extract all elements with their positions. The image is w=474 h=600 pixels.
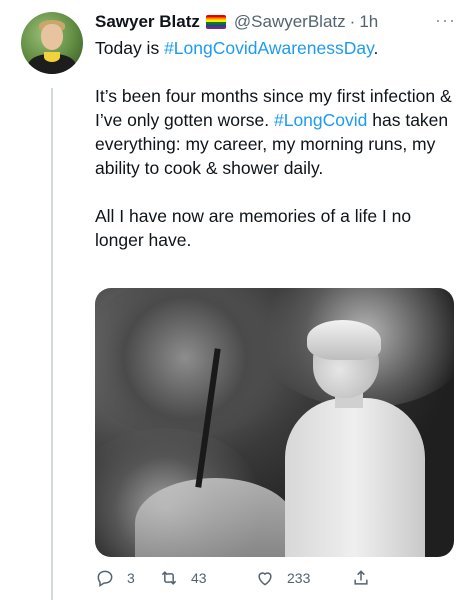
tweet-actions: 3 43 233 (95, 566, 395, 590)
reply-button[interactable]: 3 (95, 568, 159, 588)
more-options-icon[interactable]: ··· (435, 10, 456, 31)
retweet-count: 43 (191, 570, 207, 586)
tweet-text: Today is #LongCovidAwarenessDay. It’s be… (95, 36, 461, 252)
avatar[interactable] (21, 12, 83, 74)
hashtag-longcovidawarenessday[interactable]: #LongCovidAwarenessDay (164, 38, 373, 58)
timestamp[interactable]: 1h (359, 12, 378, 32)
tweet-header: Sawyer Blatz @SawyerBlatz · 1h (95, 10, 454, 34)
author-name[interactable]: Sawyer Blatz (95, 12, 200, 32)
reply-icon (97, 570, 113, 587)
reply-count: 3 (127, 570, 135, 586)
tweet-line-1: Today is #LongCovidAwarenessDay. (95, 36, 461, 60)
tweet-paragraph-2: It’s been four months since my first inf… (95, 84, 461, 180)
retweet-icon (161, 571, 177, 585)
author-handle[interactable]: @SawyerBlatz (234, 12, 346, 32)
separator-dot: · (349, 12, 356, 31)
photo-path (135, 478, 295, 557)
tweet-paragraph-3: All I have now are memories of a life I … (95, 206, 412, 250)
hashtag-longcovid[interactable]: #LongCovid (274, 110, 367, 130)
like-count: 233 (287, 570, 311, 586)
photo-person-shirt (285, 398, 425, 557)
share-icon (354, 570, 368, 585)
like-button[interactable]: 233 (255, 568, 351, 588)
rainbow-flag-icon (205, 15, 226, 29)
share-button[interactable] (351, 568, 371, 588)
photo-person-hair (307, 320, 381, 360)
tweet-photo[interactable] (95, 288, 454, 557)
avatar-collar (44, 52, 60, 62)
heart-icon (258, 572, 272, 586)
thread-line (51, 88, 53, 600)
text-segment: Today is (95, 38, 165, 58)
avatar-face (41, 24, 63, 50)
retweet-button[interactable]: 43 (159, 568, 255, 588)
text-segment: . (373, 38, 379, 58)
